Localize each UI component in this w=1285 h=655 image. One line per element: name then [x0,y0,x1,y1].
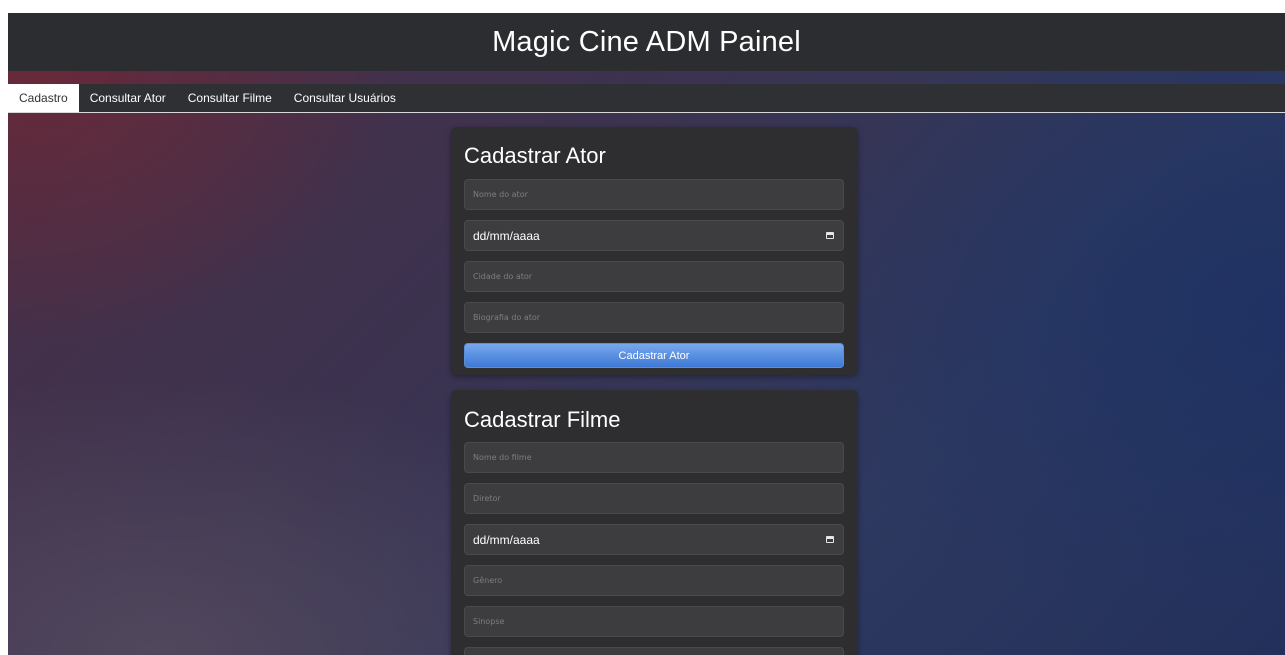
page-viewport: Magic Cine ADM Painel Cadastro Consultar… [8,13,1285,655]
app-header: Magic Cine ADM Painel [8,13,1285,71]
movie-director-placeholder: Diretor [473,494,501,503]
tab-bar: Cadastro Consultar Ator Consultar Filme … [8,84,1285,113]
movie-name-placeholder: Nome do filme [473,453,532,462]
tab-consultar-usuarios[interactable]: Consultar Usuários [283,84,407,112]
actor-form-card: Cadastrar Ator Nome do ator dd/mm/aaaa C… [451,127,858,375]
movie-genre-input[interactable]: Gênero [464,565,844,596]
cadastrar-ator-button[interactable]: Cadastrar Ator [464,343,844,368]
movie-release-date-value: dd/mm/aaaa [473,532,540,547]
movie-synopsis-input[interactable]: Sinopse [464,606,844,637]
movie-extra-input[interactable] [464,647,844,655]
actor-city-placeholder: Cidade do ator [473,272,533,281]
actor-city-input[interactable]: Cidade do ator [464,261,844,292]
tab-cadastro[interactable]: Cadastro [8,84,79,112]
movie-name-input[interactable]: Nome do filme [464,442,844,473]
tab-consultar-filme[interactable]: Consultar Filme [177,84,283,112]
actor-form-title: Cadastrar Ator [464,143,606,168]
calendar-icon[interactable] [826,536,834,543]
movie-form-card: Cadastrar Filme Nome do filme Diretor dd… [451,390,858,655]
actor-name-input[interactable]: Nome do ator [464,179,844,210]
movie-genre-placeholder: Gênero [473,576,503,585]
actor-bio-placeholder: Biografia do ator [473,313,541,322]
movie-director-input[interactable]: Diretor [464,483,844,514]
actor-birthdate-value: dd/mm/aaaa [473,228,540,243]
actor-birthdate-input[interactable]: dd/mm/aaaa [464,220,844,251]
actor-name-placeholder: Nome do ator [473,190,528,199]
calendar-icon[interactable] [826,232,834,239]
movie-form-title: Cadastrar Filme [464,407,621,432]
tab-consultar-ator[interactable]: Consultar Ator [79,84,177,112]
actor-bio-input[interactable]: Biografia do ator [464,302,844,333]
movie-release-date-input[interactable]: dd/mm/aaaa [464,524,844,555]
movie-synopsis-placeholder: Sinopse [473,617,505,626]
app-title: Magic Cine ADM Painel [492,25,801,58]
